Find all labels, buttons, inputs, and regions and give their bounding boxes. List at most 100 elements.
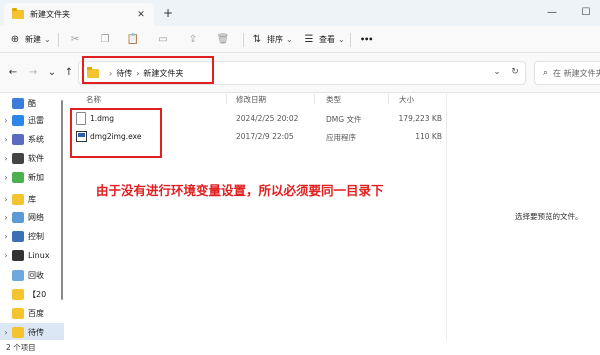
sidebar-scrollbar[interactable] xyxy=(60,94,64,334)
sidebar-item[interactable]: › 库 xyxy=(0,190,64,208)
sidebar-item[interactable]: › 迅雷 xyxy=(0,111,64,129)
toolbar-divider xyxy=(58,33,59,47)
delete-button[interactable]: 🗑 xyxy=(216,30,230,49)
navigation-bar: ← → ⌄ ↑ › 待传 › 新建文件夹 ⌄ ↻ ⌕ 在 新建文件夹 中搜索 xyxy=(0,53,600,93)
sidebar-item-label: 百度 xyxy=(28,308,44,318)
sidebar-item[interactable]: › 待传 xyxy=(0,323,64,340)
search-box[interactable]: ⌕ 在 新建文件夹 中搜索 xyxy=(534,61,600,85)
expand-chevron-icon[interactable]: › xyxy=(0,232,12,241)
item-count: 2 个项目 xyxy=(6,343,36,352)
column-divider[interactable] xyxy=(314,94,315,104)
sidebar-item[interactable]: 百度 xyxy=(0,304,64,322)
sidebar-item[interactable]: 回收 xyxy=(0,266,64,284)
expand-chevron-icon[interactable]: › xyxy=(0,213,12,222)
column-header-type[interactable]: 类型 xyxy=(326,94,341,106)
column-header-name[interactable]: 名称 xyxy=(86,94,101,106)
sidebar-item-label: 【20 xyxy=(28,289,47,299)
back-button[interactable]: ← xyxy=(6,65,20,81)
column-header-modified[interactable]: 修改日期 xyxy=(236,94,266,106)
breadcrumb-item[interactable]: 新建文件夹 xyxy=(143,68,183,79)
minimize-button[interactable]: — xyxy=(538,4,566,22)
file-modified: 2024/2/25 20:02 xyxy=(236,114,299,123)
sidebar-item[interactable]: 【20 xyxy=(0,285,64,303)
share-button[interactable]: ⇪ xyxy=(186,30,200,49)
trash-icon: 🗑 xyxy=(216,34,230,45)
column-divider[interactable] xyxy=(388,94,389,104)
sidebar-item[interactable]: › 控制 xyxy=(0,227,64,245)
up-button[interactable]: ↑ xyxy=(62,65,76,81)
forward-button[interactable]: → xyxy=(26,65,40,81)
sidebar-item-label: 软件 xyxy=(28,153,44,163)
sidebar-item-label: 库 xyxy=(28,194,36,204)
refresh-icon[interactable]: ↻ xyxy=(509,67,521,79)
scrollbar-thumb[interactable] xyxy=(61,100,63,300)
file-row[interactable]: dmg2img.exe 2017/2/9 22:05 应用程序 110 KB xyxy=(66,129,446,146)
sidebar-item-label: 回收 xyxy=(28,270,44,280)
maximize-button[interactable]: ☐ xyxy=(572,4,600,22)
address-bar[interactable]: › 待传 › 新建文件夹 ⌄ ↻ xyxy=(78,61,526,85)
annotation-text: 由于没有进行环境变量设置，所以必须要同一目录下 xyxy=(96,183,384,198)
more-options-button[interactable]: ••• xyxy=(360,30,373,49)
view-icon: ☰ xyxy=(304,34,314,45)
navigation-pane: 酷 › 迅雷 › 系统 › 软件 › 新加 › 库 › 网络 › 控制 › Linux 回收 【20 百度 › 待传 xyxy=(0,94,64,340)
sidebar-item-icon xyxy=(12,230,24,242)
sidebar-item-icon xyxy=(12,269,24,281)
expand-chevron-icon[interactable]: › xyxy=(0,195,12,204)
address-dropdown-icon[interactable]: ⌄ xyxy=(491,67,503,79)
paste-button[interactable]: 📋 xyxy=(126,30,140,49)
sidebar-item-label: 新加 xyxy=(28,172,44,182)
sidebar-item-icon xyxy=(12,171,24,183)
expand-chevron-icon[interactable]: › xyxy=(0,328,12,337)
preview-pane: 选择要预览的文件。 xyxy=(446,94,600,340)
clipboard-icon: 📋 xyxy=(126,34,140,45)
tab-current-folder[interactable]: 新建文件夹 ✕ xyxy=(4,3,154,26)
file-type: 应用程序 xyxy=(326,133,356,142)
copy-button[interactable]: ❐ xyxy=(98,30,112,49)
sidebar-item[interactable]: › 软件 xyxy=(0,149,64,167)
sidebar-item-label: Linux xyxy=(28,250,50,260)
recent-locations-button[interactable]: ⌄ xyxy=(45,65,59,81)
expand-chevron-icon[interactable]: › xyxy=(0,251,12,260)
chevron-down-icon: ⌄ xyxy=(44,35,51,44)
rename-button[interactable]: ▭ xyxy=(156,30,170,49)
sort-icon: ⇅ xyxy=(252,34,262,45)
file-list: 名称 修改日期 类型 大小 1.dmg 2024/2/25 20:02 DMG … xyxy=(66,94,446,340)
title-bar: 新建文件夹 ✕ + — ☐ xyxy=(0,0,600,26)
sidebar-item-label: 控制 xyxy=(28,231,44,241)
breadcrumb-item[interactable]: 待传 xyxy=(116,68,132,79)
close-tab-icon[interactable]: ✕ xyxy=(134,10,148,20)
file-size: 179,223 KB xyxy=(398,114,442,123)
expand-chevron-icon[interactable]: › xyxy=(0,173,12,182)
copy-icon: ❐ xyxy=(100,34,110,45)
view-button[interactable]: ☰ 查看 ⌄ xyxy=(302,30,345,49)
column-divider[interactable] xyxy=(226,94,227,104)
sidebar-item-icon xyxy=(12,152,24,164)
sidebar-item-icon xyxy=(12,211,24,223)
sort-button[interactable]: ⇅ 排序 ⌄ xyxy=(250,30,293,49)
sidebar-item-label: 待传 xyxy=(28,327,44,337)
file-row[interactable]: 1.dmg 2024/2/25 20:02 DMG 文件 179,223 KB xyxy=(66,111,446,128)
new-tab-button[interactable]: + xyxy=(160,5,176,21)
new-button[interactable]: ⊕ 新建 ⌄ xyxy=(8,30,51,49)
expand-chevron-icon[interactable]: › xyxy=(0,116,12,125)
sidebar-item[interactable]: › 新加 xyxy=(0,168,64,186)
toolbar-divider xyxy=(350,33,351,47)
search-placeholder: 在 新建文件夹 中搜索 xyxy=(553,68,600,78)
folder-icon xyxy=(87,66,99,78)
scissors-icon: ✂ xyxy=(70,34,80,45)
sidebar-item[interactable]: › 系统 xyxy=(0,130,64,148)
sidebar-item[interactable]: › 网络 xyxy=(0,208,64,226)
expand-chevron-icon[interactable]: › xyxy=(0,154,12,163)
folder-icon xyxy=(12,8,24,19)
cut-button[interactable]: ✂ xyxy=(68,30,82,49)
sidebar-item[interactable]: 酷 xyxy=(0,94,64,112)
application-icon xyxy=(76,131,87,142)
plus-circle-icon: ⊕ xyxy=(10,34,20,45)
sidebar-item[interactable]: › Linux xyxy=(0,246,64,264)
file-name: 1.dmg xyxy=(90,114,114,123)
sidebar-item-icon xyxy=(12,307,24,319)
breadcrumb-separator: › xyxy=(136,68,140,78)
sidebar-item-label: 系统 xyxy=(28,134,44,144)
column-header-size[interactable]: 大小 xyxy=(399,94,414,106)
expand-chevron-icon[interactable]: › xyxy=(0,135,12,144)
